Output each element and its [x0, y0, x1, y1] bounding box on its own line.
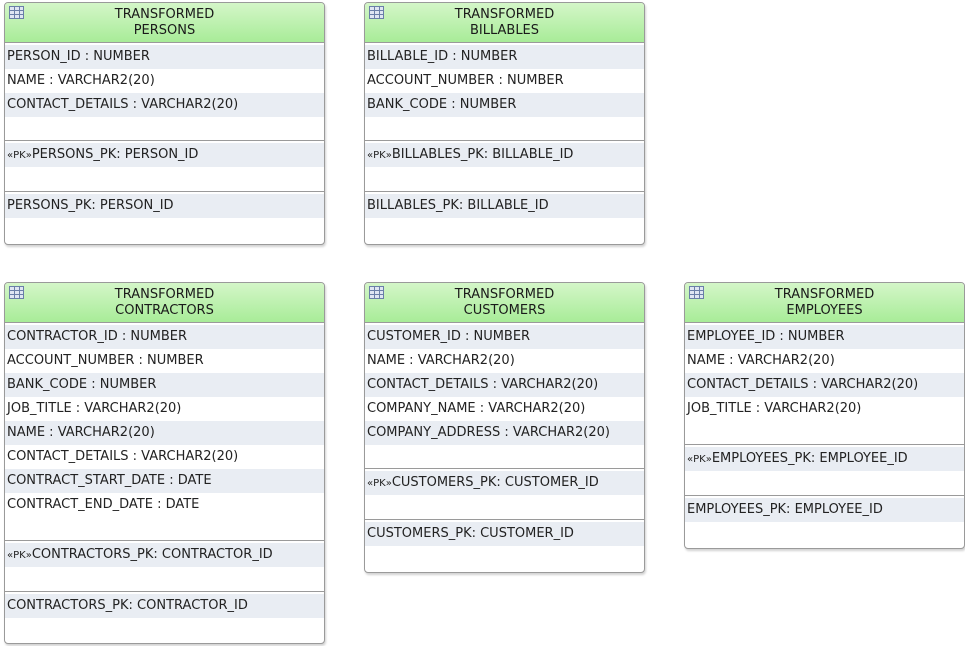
pk-constraint-label: BILLABLES_PK: BILLABLE_ID: [391, 147, 574, 162]
table-contractors[interactable]: TRANSFORMED CONTRACTORS CONTRACTOR_ID : …: [4, 282, 325, 644]
table-header[interactable]: TRANSFORMED PERSONS: [5, 3, 324, 43]
column-row[interactable]: NAME : VARCHAR2(20): [365, 349, 644, 373]
column-row[interactable]: BANK_CODE : NUMBER: [365, 93, 644, 117]
column-row[interactable]: COMPANY_ADDRESS : VARCHAR2(20): [365, 421, 644, 445]
table-customers[interactable]: TRANSFORMED CUSTOMERS CUSTOMER_ID : NUMB…: [364, 282, 645, 573]
table-header[interactable]: TRANSFORMED BILLABLES: [365, 3, 644, 43]
table-title-prefix: TRANSFORMED: [454, 287, 555, 302]
pk-constraint-row[interactable]: «PK»CUSTOMERS_PK: CUSTOMER_ID: [365, 471, 644, 495]
table-billables[interactable]: TRANSFORMED BILLABLES BILLABLE_ID : NUMB…: [364, 2, 645, 245]
table-header[interactable]: TRANSFORMED CUSTOMERS: [365, 283, 644, 323]
column-row[interactable]: JOB_TITLE : VARCHAR2(20): [5, 397, 324, 421]
indexes-section: PERSONS_PK: PERSON_ID: [5, 192, 324, 218]
index-row[interactable]: PERSONS_PK: PERSON_ID: [5, 194, 324, 218]
constraints-section: «PK»BILLABLES_PK: BILLABLE_ID: [365, 141, 644, 192]
column-row[interactable]: ACCOUNT_NUMBER : NUMBER: [365, 69, 644, 93]
column-row[interactable]: CUSTOMER_ID : NUMBER: [365, 325, 644, 349]
column-row[interactable]: CONTRACT_START_DATE : DATE: [5, 469, 324, 493]
column-row[interactable]: COMPANY_NAME : VARCHAR2(20): [365, 397, 644, 421]
pk-constraint-label: CUSTOMERS_PK: CUSTOMER_ID: [391, 475, 599, 490]
table-grid-icon: [369, 6, 384, 19]
table-title-name: CONTRACTORS: [115, 303, 214, 318]
index-row[interactable]: EMPLOYEES_PK: EMPLOYEE_ID: [685, 498, 964, 522]
pk-constraint-label: EMPLOYEES_PK: EMPLOYEE_ID: [711, 451, 908, 466]
index-row[interactable]: CONTRACTORS_PK: CONTRACTOR_ID: [5, 594, 324, 618]
pk-constraint-label: CONTRACTORS_PK: CONTRACTOR_ID: [31, 547, 273, 562]
column-row[interactable]: BANK_CODE : NUMBER: [5, 373, 324, 397]
pk-constraint-row[interactable]: «PK»BILLABLES_PK: BILLABLE_ID: [365, 143, 644, 167]
column-row[interactable]: CONTACT_DETAILS : VARCHAR2(20): [685, 373, 964, 397]
columns-section: CONTRACTOR_ID : NUMBER ACCOUNT_NUMBER : …: [5, 323, 324, 541]
indexes-section: CUSTOMERS_PK: CUSTOMER_ID: [365, 520, 644, 546]
pk-constraint-row[interactable]: «PK»CONTRACTORS_PK: CONTRACTOR_ID: [5, 543, 324, 567]
column-row[interactable]: CONTACT_DETAILS : VARCHAR2(20): [5, 93, 324, 117]
column-row[interactable]: CONTRACTOR_ID : NUMBER: [5, 325, 324, 349]
constraints-section: «PK»PERSONS_PK: PERSON_ID: [5, 141, 324, 192]
column-row[interactable]: JOB_TITLE : VARCHAR2(20): [685, 397, 964, 421]
pk-marker: «PK»: [687, 454, 712, 465]
table-title-prefix: TRANSFORMED: [114, 287, 215, 302]
table-grid-icon: [9, 6, 24, 19]
table-title-name: EMPLOYEES: [786, 303, 863, 318]
pk-constraint-row[interactable]: «PK»PERSONS_PK: PERSON_ID: [5, 143, 324, 167]
table-grid-icon: [689, 286, 704, 299]
table-title-prefix: TRANSFORMED: [774, 287, 875, 302]
index-row[interactable]: BILLABLES_PK: BILLABLE_ID: [365, 194, 644, 218]
pk-marker: «PK»: [367, 478, 392, 489]
pk-marker: «PK»: [7, 150, 32, 161]
pk-marker: «PK»: [7, 550, 32, 561]
columns-section: BILLABLE_ID : NUMBER ACCOUNT_NUMBER : NU…: [365, 43, 644, 141]
index-row[interactable]: CUSTOMERS_PK: CUSTOMER_ID: [365, 522, 644, 546]
table-grid-icon: [9, 286, 24, 299]
columns-section: PERSON_ID : NUMBER NAME : VARCHAR2(20) C…: [5, 43, 324, 141]
pk-constraint-row[interactable]: «PK»EMPLOYEES_PK: EMPLOYEE_ID: [685, 447, 964, 471]
column-row[interactable]: NAME : VARCHAR2(20): [685, 349, 964, 373]
table-header[interactable]: TRANSFORMED CONTRACTORS: [5, 283, 324, 323]
table-employees[interactable]: TRANSFORMED EMPLOYEES EMPLOYEE_ID : NUMB…: [684, 282, 965, 549]
columns-section: CUSTOMER_ID : NUMBER NAME : VARCHAR2(20)…: [365, 323, 644, 469]
table-title-prefix: TRANSFORMED: [454, 7, 555, 22]
pk-marker: «PK»: [367, 150, 392, 161]
column-row[interactable]: PERSON_ID : NUMBER: [5, 45, 324, 69]
table-persons[interactable]: TRANSFORMED PERSONS PERSON_ID : NUMBER N…: [4, 2, 325, 245]
table-title-name: CUSTOMERS: [463, 303, 546, 318]
column-row[interactable]: ACCOUNT_NUMBER : NUMBER: [5, 349, 324, 373]
constraints-section: «PK»CUSTOMERS_PK: CUSTOMER_ID: [365, 469, 644, 520]
constraints-section: «PK»CONTRACTORS_PK: CONTRACTOR_ID: [5, 541, 324, 592]
column-row[interactable]: BILLABLE_ID : NUMBER: [365, 45, 644, 69]
column-row[interactable]: CONTACT_DETAILS : VARCHAR2(20): [5, 445, 324, 469]
column-row[interactable]: NAME : VARCHAR2(20): [5, 421, 324, 445]
pk-constraint-label: PERSONS_PK: PERSON_ID: [31, 147, 199, 162]
constraints-section: «PK»EMPLOYEES_PK: EMPLOYEE_ID: [685, 445, 964, 496]
columns-section: EMPLOYEE_ID : NUMBER NAME : VARCHAR2(20)…: [685, 323, 964, 445]
column-row[interactable]: CONTRACT_END_DATE : DATE: [5, 493, 324, 517]
indexes-section: CONTRACTORS_PK: CONTRACTOR_ID: [5, 592, 324, 618]
table-grid-icon: [369, 286, 384, 299]
indexes-section: EMPLOYEES_PK: EMPLOYEE_ID: [685, 496, 964, 522]
column-row[interactable]: EMPLOYEE_ID : NUMBER: [685, 325, 964, 349]
column-row[interactable]: NAME : VARCHAR2(20): [5, 69, 324, 93]
column-row[interactable]: CONTACT_DETAILS : VARCHAR2(20): [365, 373, 644, 397]
table-title-name: PERSONS: [133, 23, 196, 38]
table-header[interactable]: TRANSFORMED EMPLOYEES: [685, 283, 964, 323]
indexes-section: BILLABLES_PK: BILLABLE_ID: [365, 192, 644, 218]
table-title-prefix: TRANSFORMED: [114, 7, 215, 22]
table-title-name: BILLABLES: [469, 23, 540, 38]
